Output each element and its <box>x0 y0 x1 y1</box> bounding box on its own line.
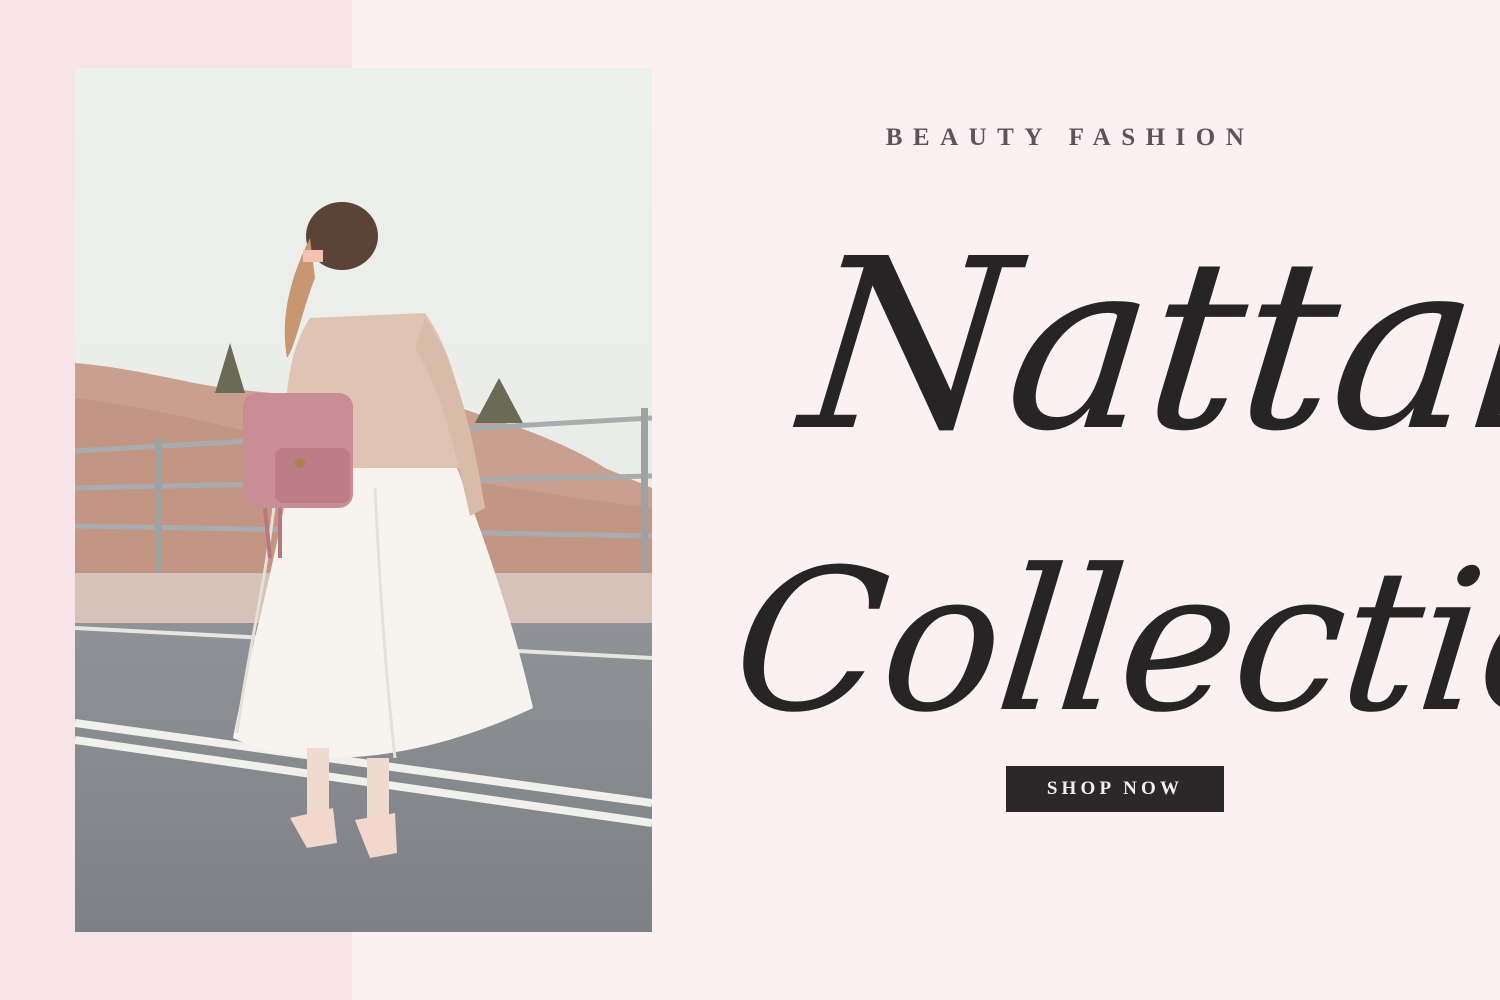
eyebrow-text: BEAUTY FASHION <box>885 124 1255 151</box>
shop-now-button[interactable]: SHOP NOW <box>1006 766 1224 812</box>
fashion-photo <box>75 68 652 932</box>
title-line-1: Nattalie <box>791 208 1500 483</box>
title-line-2: Collection <box>724 528 1500 756</box>
